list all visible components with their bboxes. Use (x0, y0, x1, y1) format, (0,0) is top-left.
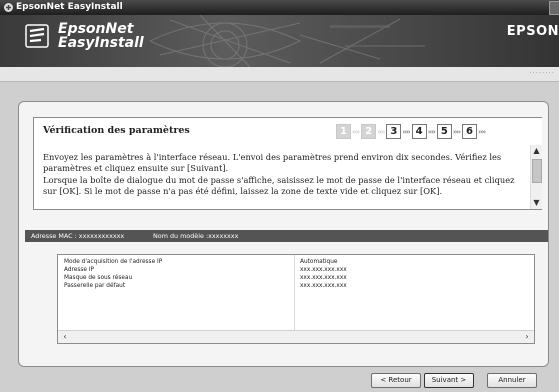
cancel-button[interactable]: Annuler (487, 373, 537, 388)
sub-header-bar: ········ (0, 67, 559, 82)
easyinstall-logo (25, 24, 49, 48)
setting-label: Mode d'acquisition de l'adresse IP (64, 259, 163, 265)
header-banner: EpsonNet EasyInstall EPSON (0, 15, 559, 67)
setting-label: Adresse IP (64, 267, 95, 273)
step-2: 2 (361, 124, 377, 139)
instructions-box: Envoyez les paramètres à l'interface rés… (33, 145, 542, 210)
scroll-down-icon[interactable]: ▼ (531, 197, 542, 209)
instructions-text: Envoyez les paramètres à l'interface rés… (43, 152, 530, 197)
list-item[interactable]: Masque de sous réseau xxx.xxx.xxx.xxx (58, 274, 534, 282)
setting-value: xxx.xxx.xxx.xxx (300, 275, 347, 281)
step-arrow-icon: ›››› (377, 127, 385, 136)
settings-list[interactable]: Mode d'acquisition de l'adresse IP Autom… (57, 254, 535, 344)
page-title: Vérification des paramètres (43, 125, 190, 136)
step-1: 1 (336, 124, 351, 139)
setting-value: Automatique (300, 259, 338, 265)
window-title: EpsonNet EasyInstall (16, 2, 123, 12)
step-arrow-icon: ›››› (478, 127, 486, 136)
device-info-bar: Adresse MAC : xxxxxxxxxxxx Nom du modèle… (25, 230, 548, 242)
settings-hscrollbar[interactable]: ‹ › (58, 330, 534, 343)
step-4: 4 (411, 124, 427, 139)
app-icon (4, 3, 13, 12)
step-indicator: 1 ›››› 2 ›››› 3 ›››› 4 ›››› 5 ›››› 6 ›››› (336, 124, 487, 139)
setting-value: xxx.xxx.xxx.xxx (300, 267, 347, 273)
next-button[interactable]: Suivant > (424, 373, 474, 388)
list-item[interactable]: Mode d'acquisition de l'adresse IP Autom… (58, 258, 534, 266)
mac-address: Adresse MAC : xxxxxxxxxxxx (31, 232, 125, 240)
installer-window: EpsonNet EasyInstall EpsonNet EasyInstal… (0, 0, 559, 392)
scroll-up-icon[interactable]: ▲ (531, 145, 542, 157)
setting-label: Masque de sous réseau (64, 275, 133, 281)
scroll-right-icon[interactable]: › (520, 331, 534, 343)
instructions-scrollbar[interactable]: ▲ ▼ (530, 145, 542, 209)
brand-line-1: EpsonNet (58, 21, 134, 37)
scroll-left-icon[interactable]: ‹ (58, 331, 72, 343)
model-name: Nom du modèle :xxxxxxxx (153, 232, 239, 240)
step-arrow-icon: ›››› (352, 127, 360, 136)
close-button[interactable] (549, 1, 559, 15)
progress-dots: ········ (529, 69, 555, 77)
step-6: 6 (462, 124, 478, 139)
setting-label: Passerelle par défaut (64, 283, 126, 289)
page-header: Vérification des paramètres 1 ›››› 2 ›››› 3 ›… (33, 117, 542, 146)
step-3: 3 (386, 124, 402, 139)
scroll-thumb[interactable] (532, 159, 542, 183)
back-button[interactable]: < Retour (371, 373, 421, 388)
vendor-logo: EPSON (506, 24, 559, 39)
instructions-paragraph-1: Envoyez les paramètres à l'interface rés… (43, 152, 502, 174)
list-item[interactable]: Passerelle par défaut xxx.xxx.xxx.xxx (58, 282, 534, 290)
setting-value: xxx.xxx.xxx.xxx (300, 283, 347, 289)
instructions-paragraph-2: Lorsque la boîte de dialogue du mot de p… (43, 174, 515, 196)
step-arrow-icon: ›››› (452, 127, 461, 136)
list-item[interactable]: Adresse IP xxx.xxx.xxx.xxx (58, 266, 534, 274)
step-arrow-icon: ›››› (427, 127, 436, 136)
step-arrow-icon: ›››› (402, 127, 410, 136)
step-5: 5 (436, 124, 452, 139)
title-bar: EpsonNet EasyInstall (0, 0, 559, 15)
brand-line-2: EasyInstall (58, 35, 144, 51)
